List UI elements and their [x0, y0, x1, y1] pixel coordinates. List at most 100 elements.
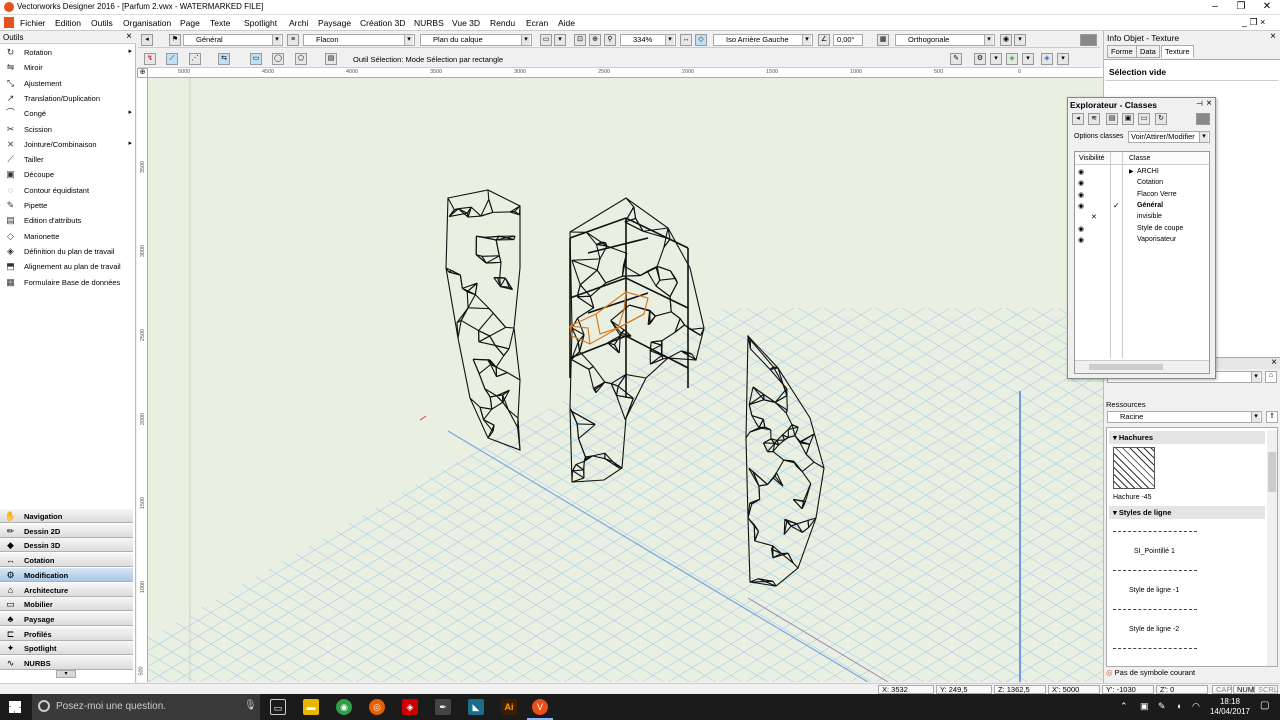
firefox-icon[interactable]: ◎: [369, 699, 385, 715]
fit-icon[interactable]: ⊡: [574, 34, 586, 46]
tool-fillet[interactable]: ⌒ Congé ▸: [0, 106, 136, 121]
resource-scroll-thumb[interactable]: [1268, 452, 1276, 492]
folder-up-icon[interactable]: ⇑: [1266, 411, 1278, 423]
wifi-icon[interactable]: ◠: [1192, 701, 1200, 712]
menu-organisation[interactable]: Organisation: [123, 18, 171, 28]
menu-creation-3d[interactable]: Création 3D: [360, 18, 405, 28]
tool-move[interactable]: ↗ Translation/Duplication: [0, 91, 136, 106]
mdi-controls[interactable]: _ ❐ ×: [1242, 17, 1265, 28]
tool-clip[interactable]: ▣ Découpe: [0, 167, 136, 182]
flyover-icon[interactable]: ↔: [680, 34, 692, 46]
view-settings-icon[interactable]: ◉: [1000, 34, 1012, 46]
reset-icon[interactable]: ↯: [144, 53, 156, 65]
eye-icon[interactable]: ◉: [1078, 168, 1084, 176]
layer-shield-icon[interactable]: ◈: [1041, 53, 1053, 65]
zoom-icon[interactable]: ⚲: [604, 34, 616, 46]
notifications-icon[interactable]: ▢: [1260, 700, 1269, 711]
class-row[interactable]: ◉ Vaporisateur: [1075, 236, 1209, 247]
line-style-3-label[interactable]: Style de ligne -2: [1129, 626, 1179, 633]
tray-chevron-icon[interactable]: ⌃: [1120, 701, 1128, 712]
menu-texte[interactable]: Texte: [210, 18, 230, 28]
line-style-preview-3[interactable]: [1113, 609, 1197, 610]
restore-button[interactable]: ❐: [1228, 0, 1254, 15]
class-layers-icon[interactable]: ≋: [1088, 113, 1100, 125]
class-dup-icon[interactable]: ▣: [1122, 113, 1134, 125]
eye-icon[interactable]: ◉: [1078, 225, 1084, 233]
layer-icon[interactable]: ≡: [287, 34, 299, 46]
hatch-swatch[interactable]: [1113, 447, 1155, 489]
settings-dropdown-icon[interactable]: ▾: [990, 53, 1002, 65]
hatch-label[interactable]: Hachure -45: [1113, 494, 1152, 501]
palette-nurbs[interactable]: ∿ NURBS: [0, 656, 133, 670]
section-hachures[interactable]: ▾ Hachures: [1109, 431, 1265, 444]
resource-manager-close-icon[interactable]: ×: [1271, 357, 1277, 368]
file-explorer-icon[interactable]: ▬: [303, 699, 319, 715]
menu-vue-3d[interactable]: Vue 3D: [452, 18, 480, 28]
class-row[interactable]: ◉ ▶ ARCHI: [1075, 168, 1209, 179]
class-page-icon[interactable]: ▭: [1138, 113, 1150, 125]
line-style-preview-4[interactable]: [1113, 648, 1197, 649]
visibility-dropdown-icon[interactable]: ▾: [1022, 53, 1034, 65]
resource-scrollbar[interactable]: [1267, 430, 1277, 666]
tool-reshape[interactable]: ◇ Marionette: [0, 229, 136, 244]
tool-plane-def[interactable]: ◈ Définition du plan de travail: [0, 244, 136, 259]
palette-profiles[interactable]: ⊏ Profilés: [0, 626, 133, 641]
tool-eyedropper[interactable]: ✎ Pipette: [0, 198, 136, 213]
page-dropdown-icon[interactable]: ▾: [554, 34, 566, 46]
class-hscrollbar[interactable]: [1075, 360, 1209, 373]
tool-plane-align[interactable]: ⬒ Alignement au plan de travail: [0, 259, 136, 274]
palette-furniture[interactable]: ▭ Mobilier: [0, 597, 133, 612]
menu-fichier[interactable]: Fichier: [20, 18, 46, 28]
windows-start-icon[interactable]: [9, 701, 21, 713]
ruler-origin-icon[interactable]: ⊕: [137, 68, 148, 78]
palette-draw2d[interactable]: ✏ Dessin 2D: [0, 523, 133, 538]
eye-icon[interactable]: ◉: [1078, 236, 1084, 244]
drawing-canvas[interactable]: [148, 78, 1103, 682]
menu-edition[interactable]: Edition: [55, 18, 81, 28]
projection-select[interactable]: Orthogonale: [895, 34, 995, 46]
visibility-shield-icon[interactable]: ◈: [1006, 53, 1018, 65]
class-row[interactable]: ◉ Style de coupe: [1075, 225, 1209, 236]
palette-spotlight[interactable]: ✦ Spotlight: [0, 641, 133, 656]
tool-mirror[interactable]: ⇋ Miroir: [0, 60, 136, 75]
menu-aide[interactable]: Aide: [558, 18, 575, 28]
snap-icon[interactable]: ✎: [950, 53, 962, 65]
tab-texture[interactable]: Texture: [1161, 45, 1194, 58]
class-options-select[interactable]: Voir/Attirer/Modifier: [1128, 131, 1210, 143]
class-refresh-icon[interactable]: ↻: [1155, 113, 1167, 125]
palette-landscape[interactable]: ♣ Paysage: [0, 611, 133, 626]
tool-offset[interactable]: ◌ Contour équidistant: [0, 183, 136, 198]
palette-scroll-button[interactable]: ▾: [56, 670, 76, 678]
class-row[interactable]: ◉ Flacon Verre: [1075, 191, 1209, 202]
col-visibility[interactable]: Visibilité: [1079, 155, 1105, 162]
pick-mode-icon[interactable]: ⇆: [218, 53, 230, 65]
class-explorer-close-icon[interactable]: ×: [1206, 98, 1212, 109]
tool-attributes[interactable]: ▤ Edition d'attributs: [0, 213, 136, 228]
class-row[interactable]: ◉ Cotation: [1075, 179, 1209, 190]
rectangle-select-icon[interactable]: ▭: [250, 53, 262, 65]
eye-icon[interactable]: ◉: [1078, 179, 1084, 187]
class-visibility-icon[interactable]: ⚑: [169, 34, 181, 46]
col-class[interactable]: Classe: [1129, 155, 1150, 162]
canvas-drawing[interactable]: [148, 78, 1103, 682]
menu-archi[interactable]: Archi: [289, 18, 308, 28]
clock-time[interactable]: 18:18: [1208, 697, 1252, 706]
line-style-preview-2[interactable]: [1113, 570, 1197, 571]
class-edit-icon[interactable]: ▤: [1106, 113, 1118, 125]
invisible-x-icon[interactable]: ✕: [1091, 213, 1097, 221]
task-view-icon[interactable]: ▭: [270, 699, 286, 715]
settings-gear-icon[interactable]: ⚙: [974, 53, 986, 65]
menu-page[interactable]: Page: [180, 18, 200, 28]
tool-adjust[interactable]: ⤡ Ajustement: [0, 76, 136, 91]
render-mode-icon[interactable]: ▦: [877, 34, 889, 46]
single-select-mode-icon[interactable]: ⟋: [166, 53, 178, 65]
selection-options-icon[interactable]: ▤: [325, 53, 337, 65]
volume-icon[interactable]: ◖: [1176, 701, 1181, 711]
angle-field[interactable]: 0,00°: [833, 34, 863, 46]
class-row[interactable]: ◉ ✓ Général: [1075, 201, 1209, 213]
tab-data[interactable]: Data: [1136, 45, 1160, 58]
minimize-button[interactable]: –: [1202, 0, 1228, 15]
tools-panel-close-icon[interactable]: ×: [126, 31, 132, 42]
polygon-select-icon[interactable]: ⬠: [295, 53, 307, 65]
menu-ecran[interactable]: Ecran: [526, 18, 548, 28]
